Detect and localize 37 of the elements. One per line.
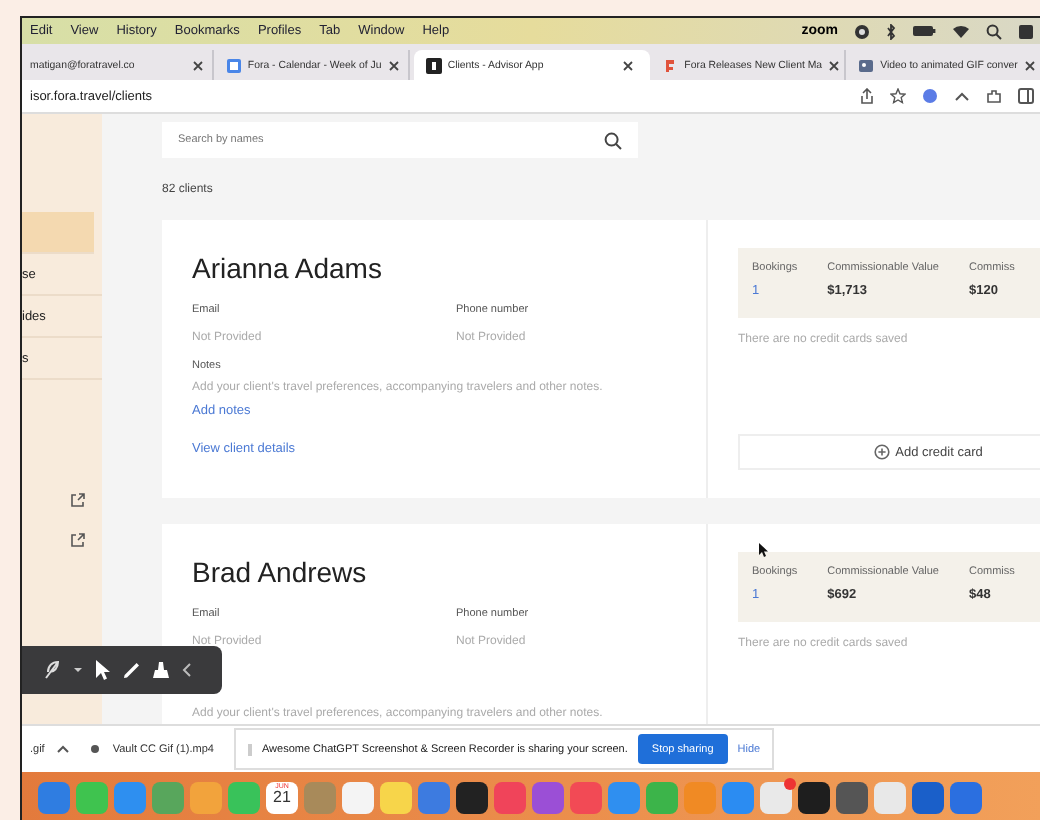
favicon-icon bbox=[425, 57, 442, 73]
pen-icon[interactable] bbox=[122, 661, 140, 679]
close-icon[interactable] bbox=[1023, 59, 1036, 71]
mouse-pointer-icon bbox=[758, 542, 768, 558]
wifi-icon[interactable] bbox=[952, 23, 970, 39]
star-icon[interactable] bbox=[890, 88, 906, 104]
app-icon[interactable] bbox=[836, 781, 868, 813]
favicon-icon bbox=[662, 57, 679, 73]
external-link-icon bbox=[70, 532, 86, 548]
sidebar-icon[interactable] bbox=[1018, 88, 1034, 104]
client-name: Brad Andrews bbox=[192, 556, 367, 588]
chevron-icon[interactable] bbox=[954, 90, 970, 102]
battery-icon[interactable] bbox=[912, 24, 936, 38]
record-icon[interactable] bbox=[854, 23, 870, 39]
close-icon[interactable] bbox=[622, 59, 635, 71]
grip-icon bbox=[247, 743, 252, 755]
caret-icon[interactable] bbox=[74, 666, 82, 674]
close-icon[interactable] bbox=[387, 59, 400, 71]
close-icon[interactable] bbox=[828, 59, 841, 71]
bluetooth-icon[interactable] bbox=[886, 23, 896, 39]
caret-up-icon[interactable] bbox=[56, 744, 71, 754]
app-icon[interactable] bbox=[760, 781, 792, 813]
app-icon[interactable] bbox=[798, 781, 830, 813]
chevron-left-icon[interactable] bbox=[182, 662, 192, 678]
search-icon bbox=[604, 131, 622, 149]
client-name: Arianna Adams bbox=[192, 252, 382, 284]
share-icon[interactable] bbox=[860, 88, 874, 104]
close-icon[interactable] bbox=[191, 59, 204, 71]
favicon-icon bbox=[858, 57, 875, 73]
search-icon[interactable] bbox=[986, 23, 1002, 39]
feather-icon[interactable] bbox=[42, 660, 62, 680]
plus-circle-icon bbox=[873, 444, 890, 460]
external-link-icon bbox=[70, 492, 86, 508]
cursor-icon[interactable] bbox=[94, 660, 110, 680]
favicon-icon bbox=[225, 57, 242, 73]
app-icon[interactable] bbox=[456, 781, 488, 813]
highlighter-icon[interactable] bbox=[152, 660, 170, 680]
